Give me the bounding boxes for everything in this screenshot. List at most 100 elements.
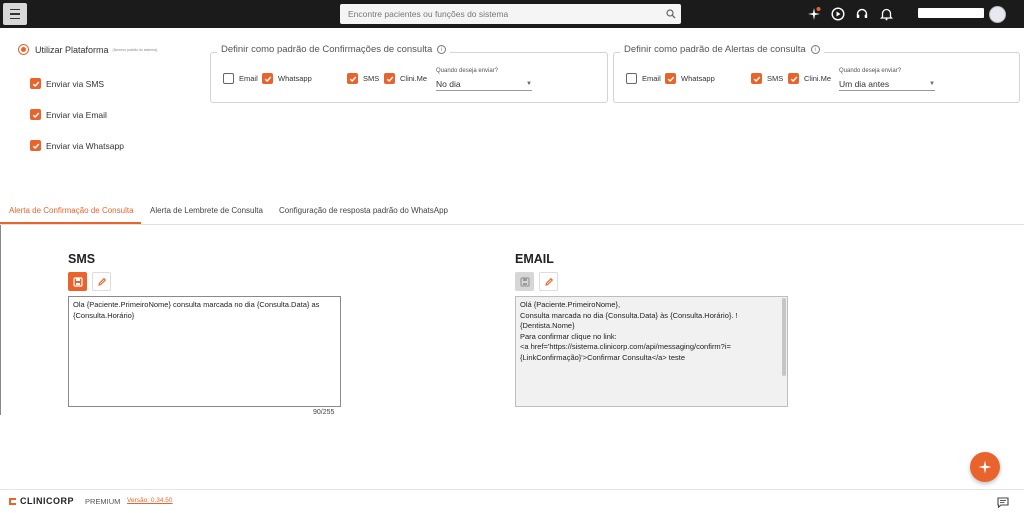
checkbox-checked-icon[interactable] (262, 73, 273, 84)
confirmations-title-text: Definir como padrão de Confirmações de c… (221, 44, 433, 55)
alert-sms-label: SMS (767, 74, 784, 83)
email-save-button[interactable] (515, 272, 534, 291)
play-circle-icon[interactable] (830, 6, 846, 22)
chat-icon[interactable] (997, 495, 1009, 513)
confirm-clinime-label: Clini.Me (400, 74, 428, 83)
checkbox-checked-icon[interactable] (30, 109, 41, 120)
email-message-textarea[interactable]: Olá {Paciente.PrimeiroNome}, Consulta ma… (515, 296, 788, 407)
brand-logo: CLINICORP (8, 496, 74, 506)
headset-icon[interactable] (854, 6, 870, 22)
sms-edit-button[interactable] (92, 272, 111, 291)
save-icon (72, 276, 83, 287)
save-icon (519, 276, 530, 287)
clinicorp-logo-icon (9, 497, 16, 505)
email-edit-button[interactable] (539, 272, 558, 291)
avatar[interactable] (989, 6, 1006, 23)
sms-character-counter: 90/255 (313, 409, 335, 416)
search-box[interactable]: Encontre pacientes ou funções do sistema (340, 4, 681, 24)
radio-selected-icon[interactable] (18, 44, 29, 55)
confirm-whatsapp-checkbox[interactable]: Whatsapp (262, 73, 312, 84)
top-bar: Encontre pacientes ou funções do sistema (0, 0, 1024, 28)
sms-message-text: Ola {Paciente.PrimeiroNome} consulta mar… (73, 300, 322, 320)
checkbox-checked-icon[interactable] (30, 78, 41, 89)
alert-whatsapp-checkbox[interactable]: Whatsapp (665, 73, 715, 84)
active-tab-indicator (0, 222, 141, 224)
menu-icon (10, 7, 20, 20)
alerts-default-group: Definir como padrão de Alertas de consul… (613, 44, 1020, 103)
confirm-whatsapp-label: Whatsapp (278, 74, 312, 83)
checkbox-checked-icon[interactable] (384, 73, 395, 84)
brand-name: CLINICORP (20, 496, 74, 506)
assistant-fab-button[interactable] (970, 452, 1000, 482)
send-email-label: Enviar via Email (46, 109, 107, 120)
tab-bar: Alerta de Confirmação de Consulta Alerta… (0, 200, 1024, 225)
alert-when-label: Quando deseja enviar? (839, 68, 902, 74)
confirm-when-select[interactable]: No dia ▼ (436, 77, 532, 91)
tab-reminder-alert[interactable]: Alerta de Lembrete de Consulta (150, 206, 263, 215)
search-icon[interactable] (661, 9, 681, 19)
send-sms-label: Enviar via SMS (46, 78, 105, 89)
email-section-title: EMAIL (515, 252, 554, 266)
confirm-clinime-checkbox[interactable]: Clini.Me (384, 73, 427, 84)
confirm-sms-label: SMS (363, 74, 380, 83)
alert-email-label: Email (642, 74, 661, 83)
pencil-icon (97, 277, 106, 286)
bell-icon[interactable] (878, 6, 894, 22)
alerts-title-text: Definir como padrão de Alertas de consul… (624, 44, 806, 55)
confirm-sms-checkbox[interactable]: SMS (347, 73, 379, 84)
sparkle-notification-icon[interactable] (806, 6, 822, 22)
sparkle-icon (978, 460, 992, 474)
alerts-group-title: Definir como padrão de Alertas de consul… (620, 44, 824, 55)
checkbox-checked-icon[interactable] (751, 73, 762, 84)
footer: CLINICORP PREMIUM Versão: 0.34.50 (0, 489, 1024, 511)
send-sms-checkbox[interactable]: Enviar via SMS (30, 78, 104, 89)
checkbox-checked-icon[interactable] (347, 73, 358, 84)
use-platform-sublabel: (Número padrão do sistema) (112, 47, 158, 52)
checkbox-checked-icon[interactable] (788, 73, 799, 84)
search-input[interactable]: Encontre pacientes ou funções do sistema (348, 9, 661, 19)
alert-email-checkbox[interactable]: Email (626, 73, 661, 84)
info-icon[interactable]: i (810, 45, 820, 54)
checkbox-unchecked-icon[interactable] (626, 73, 637, 84)
send-whatsapp-label: Enviar via Whatsapp (46, 140, 124, 151)
checkbox-unchecked-icon[interactable] (223, 73, 234, 84)
pencil-icon (544, 277, 553, 286)
checkbox-checked-icon[interactable] (665, 73, 676, 84)
email-line: Consulta marcada no dia {Consulta.Data} … (520, 310, 740, 331)
caret-down-icon[interactable]: ▼ (929, 81, 935, 87)
left-divider (0, 225, 1, 415)
confirm-when-value: No dia (436, 78, 461, 89)
checkbox-checked-icon[interactable] (30, 140, 41, 151)
menu-button[interactable] (3, 3, 27, 25)
send-whatsapp-checkbox[interactable]: Enviar via Whatsapp (30, 140, 124, 151)
alert-whatsapp-label: Whatsapp (681, 74, 715, 83)
send-email-checkbox[interactable]: Enviar via Email (30, 109, 107, 120)
tab-confirmation-alert[interactable]: Alerta de Confirmação de Consulta (9, 206, 134, 215)
use-platform-label: Utilizar Plataforma (35, 44, 109, 55)
alert-when-select[interactable]: Um dia antes ▼ (839, 77, 935, 91)
email-line: Para confirmar clique no link: (520, 331, 617, 341)
caret-down-icon[interactable]: ▼ (526, 81, 532, 87)
tab-whatsapp-default-reply[interactable]: Configuração de resposta padrão do Whats… (279, 206, 448, 215)
alert-clinime-checkbox[interactable]: Clini.Me (788, 73, 831, 84)
plan-label: PREMIUM (85, 497, 121, 506)
info-icon[interactable]: i (437, 45, 447, 54)
sms-section-title: SMS (68, 252, 96, 266)
confirm-email-checkbox[interactable]: Email (223, 73, 258, 84)
alert-clinime-label: Clini.Me (804, 74, 832, 83)
sms-save-button[interactable] (68, 272, 87, 291)
platform-options: Utilizar Plataforma (Número padrão do si… (18, 44, 157, 55)
alert-sms-checkbox[interactable]: SMS (751, 73, 783, 84)
user-name-field[interactable] (918, 8, 984, 18)
email-line: <a href='https://sistema.clinicorp.com/a… (520, 342, 731, 362)
confirmations-default-group: Definir como padrão de Confirmações de c… (210, 44, 608, 103)
confirm-email-label: Email (239, 74, 258, 83)
email-line: Olá {Paciente.PrimeiroNome}, (520, 300, 621, 309)
version-link[interactable]: Versão: 0.34.50 (127, 497, 173, 504)
confirm-when-label: Quando deseja enviar? (436, 68, 499, 74)
sms-message-textarea[interactable]: Ola {Paciente.PrimeiroNome} consulta mar… (68, 296, 341, 407)
email-scrollbar[interactable] (782, 298, 786, 376)
confirmations-group-title: Definir como padrão de Confirmações de c… (217, 44, 451, 55)
use-platform-radio[interactable]: Utilizar Plataforma (Número padrão do si… (18, 44, 157, 55)
alert-when-value: Um dia antes (839, 78, 890, 89)
